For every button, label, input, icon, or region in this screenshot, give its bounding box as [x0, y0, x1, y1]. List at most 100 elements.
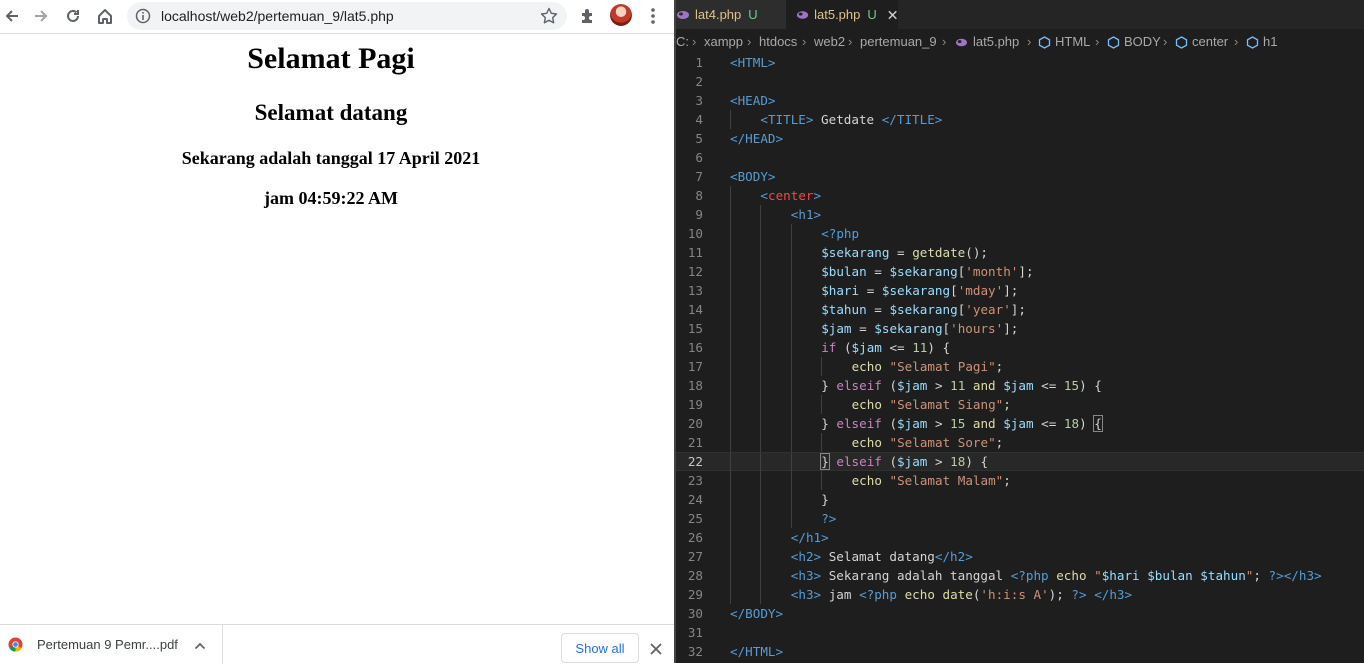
code-line[interactable]: 19 echo "Selamat Siang";: [676, 395, 1364, 414]
line-number: 20: [687, 416, 703, 431]
code-line[interactable]: 13 $hari = $sekarang['mday'];: [676, 281, 1364, 300]
code-token: </TITLE>: [881, 112, 943, 127]
indent-guide: [821, 395, 823, 414]
code-token: ;: [995, 435, 1004, 450]
code-line[interactable]: 26 </h1>: [676, 528, 1364, 547]
code-line[interactable]: 25 ?>: [676, 509, 1364, 528]
code-line[interactable]: 5 </HEAD>: [676, 129, 1364, 148]
line-number: 23: [687, 473, 703, 488]
reload-button[interactable]: [61, 4, 85, 28]
breadcrumb-item[interactable]: web2: [814, 34, 845, 49]
code-token: =: [859, 283, 882, 298]
code-token: getdate: [912, 245, 966, 260]
line-number: 22: [687, 454, 703, 469]
line-number: 5: [695, 131, 703, 146]
indent-guide: [760, 453, 762, 472]
code-text: echo "Selamat Pagi";: [852, 357, 1004, 376]
code-line[interactable]: 28 <h3> Sekarang adalah tanggal <?php ech…: [676, 566, 1364, 585]
code-line[interactable]: 7 <BODY>: [676, 167, 1364, 186]
info-icon[interactable]: [135, 8, 151, 24]
code-line[interactable]: 11 $sekarang = getdate();: [676, 243, 1364, 262]
url-text[interactable]: localhost/web2/pertemuan_9/lat5.php: [161, 8, 394, 24]
indent-guide: [760, 490, 762, 509]
code-token: {: [1093, 415, 1103, 432]
code-text: echo "Selamat Siang";: [852, 395, 1011, 414]
code-token: $sekarang: [881, 283, 951, 298]
code-line[interactable]: 16 if ($jam <= 11) {: [676, 338, 1364, 357]
download-item[interactable]: Pertemuan 9 Pemr....pdf: [0, 625, 223, 664]
code-line[interactable]: 3 <HEAD>: [676, 91, 1364, 110]
home-button[interactable]: [93, 4, 117, 28]
code-line[interactable]: 1 <HTML>: [676, 53, 1364, 72]
code-token: "Selamat Malam": [889, 473, 1004, 488]
code-token: $sekarang: [874, 321, 943, 336]
code-line[interactable]: 4 <TITLE> Getdate </TITLE>: [676, 110, 1364, 129]
code-line[interactable]: 2: [676, 72, 1364, 91]
chevron-up-icon[interactable]: [193, 639, 207, 653]
code-line[interactable]: 22} elseif ($jam > 18) {: [676, 452, 1364, 472]
breadcrumb-item[interactable]: C:: [676, 34, 689, 49]
breadcrumb-item[interactable]: h1: [1263, 34, 1277, 49]
code-line[interactable]: 6: [676, 148, 1364, 167]
code-token: $jam: [1003, 416, 1034, 431]
code-line[interactable]: 24}: [676, 490, 1364, 509]
tab-lat4[interactable]: lat4.php U: [676, 0, 786, 29]
code-line[interactable]: 8 <center>: [676, 186, 1364, 205]
breadcrumb-separator: ›: [1027, 34, 1032, 49]
close-icon[interactable]: [648, 641, 664, 657]
code-token: ];: [1003, 283, 1019, 298]
code-line[interactable]: 30 </BODY>: [676, 604, 1364, 623]
code-token: 18: [950, 454, 966, 469]
code-line[interactable]: 21 echo "Selamat Sore";: [676, 433, 1364, 452]
download-file-name: Pertemuan 9 Pemr....pdf: [37, 637, 178, 652]
extensions-icon[interactable]: [578, 6, 598, 26]
line-number: 31: [687, 625, 703, 640]
code-line[interactable]: 14 $tahun = $sekarang['year'];: [676, 300, 1364, 319]
untracked-badge: U: [748, 7, 758, 22]
code-text: <center>: [760, 186, 821, 205]
breadcrumb-item[interactable]: BODY: [1124, 34, 1161, 49]
code-text: echo "Selamat Sore";: [852, 433, 1004, 452]
tab-lat5[interactable]: lat5.php U: [786, 0, 898, 29]
code-line[interactable]: 10 <?php: [676, 224, 1364, 243]
breadcrumb-item[interactable]: HTML: [1055, 34, 1090, 49]
breadcrumb-item[interactable]: center: [1192, 34, 1228, 49]
breadcrumb: C: › xampp › htdocs › web2 › pertemuan_9…: [676, 31, 1364, 53]
code-line[interactable]: 15 $jam = $sekarang['hours'];: [676, 319, 1364, 338]
code-area[interactable]: 1 <HTML> 2 3 <HEAD> 4 <TITLE> Getdate </TITLE>…: [676, 53, 1364, 663]
code-token: </BODY>: [730, 606, 784, 621]
code-token: </h1>: [790, 530, 829, 545]
line-number: 28: [687, 568, 703, 583]
code-token: (: [836, 340, 852, 355]
code-token: 'month': [965, 264, 1019, 279]
avatar[interactable]: [610, 4, 632, 26]
menu-icon[interactable]: [645, 6, 661, 26]
line-number: 11: [687, 245, 703, 260]
breadcrumb-item[interactable]: pertemuan_9: [860, 34, 937, 49]
breadcrumb-item[interactable]: xampp: [704, 34, 743, 49]
code-line[interactable]: 18} elseif ($jam > 11 and $jam <= 15) {: [676, 376, 1364, 395]
code-line[interactable]: 12 $bulan = $sekarang['month'];: [676, 262, 1364, 281]
code-token: <TITLE>: [760, 112, 814, 127]
star-icon[interactable]: [539, 6, 559, 26]
forward-button[interactable]: [29, 4, 53, 28]
code-line[interactable]: 23 echo "Selamat Malam";: [676, 471, 1364, 490]
code-line[interactable]: 17 echo "Selamat Pagi";: [676, 357, 1364, 376]
code-line[interactable]: 20} elseif ($jam > 15 and $jam <= 18) {: [676, 414, 1364, 433]
close-tab-icon[interactable]: [887, 9, 898, 21]
breadcrumb-item[interactable]: lat5.php: [973, 34, 1019, 49]
line-number: 10: [687, 226, 703, 241]
code-line[interactable]: 29 <h3> jam <?php echo date('h:i:s A'); ?…: [676, 585, 1364, 604]
show-all-button[interactable]: Show all: [561, 633, 639, 663]
breadcrumb-separator: ›: [942, 34, 947, 49]
element-icon: [1175, 36, 1188, 49]
code-token: 18: [1063, 416, 1080, 431]
breadcrumb-item[interactable]: htdocs: [759, 34, 797, 49]
code-line[interactable]: 27 <h2> Selamat datang</h2>: [676, 547, 1364, 566]
code-line[interactable]: 31: [676, 623, 1364, 642]
address-bar[interactable]: localhost/web2/pertemuan_9/lat5.php: [127, 2, 567, 30]
code-line[interactable]: 32 </HTML>: [676, 642, 1364, 661]
back-button[interactable]: [0, 4, 24, 28]
code-line[interactable]: 9 <h1>: [676, 205, 1364, 224]
indent-guide: [790, 338, 792, 357]
